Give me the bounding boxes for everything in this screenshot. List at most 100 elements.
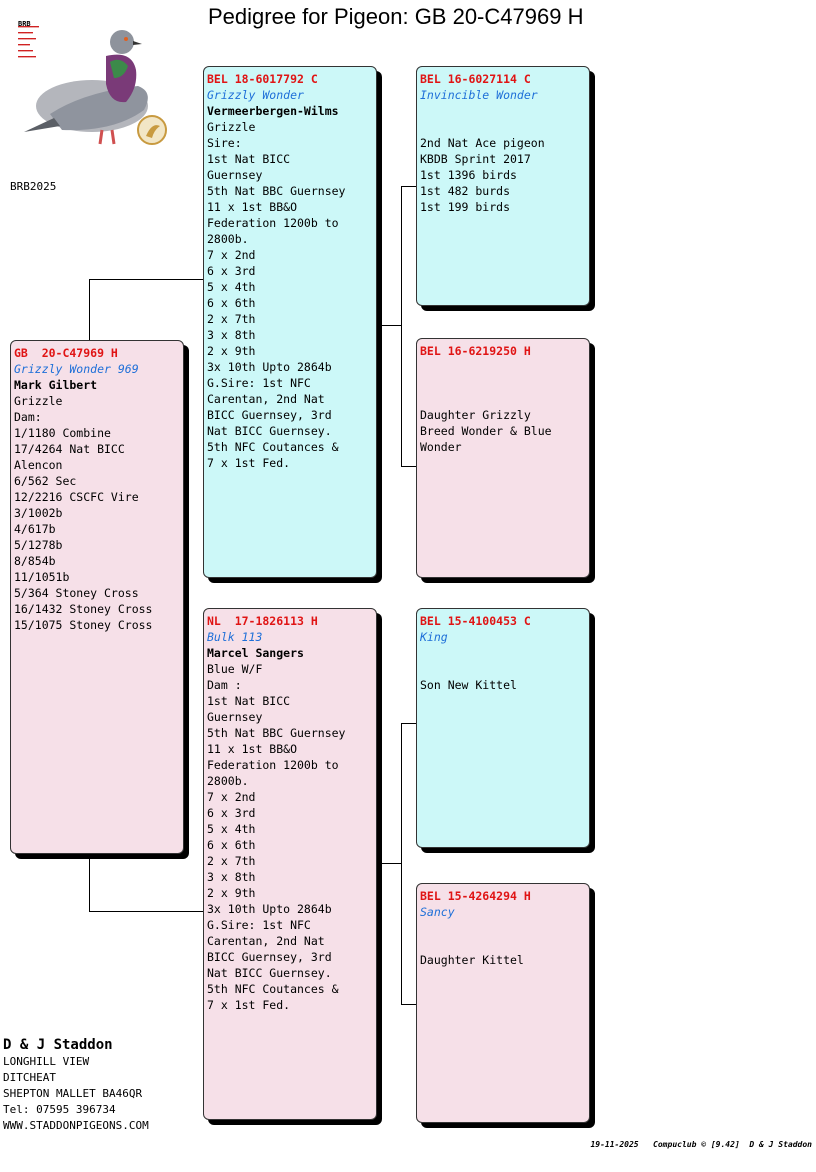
connector-sire-vertical bbox=[401, 186, 402, 467]
connector-dam-stub bbox=[380, 863, 402, 864]
sire-note: 5th NFC Coutances & bbox=[207, 440, 339, 454]
sire-note: 5 x 4th bbox=[207, 280, 256, 294]
sire-dam-note: Wonder bbox=[420, 440, 462, 454]
dam-ring: NL 17-1826113 H bbox=[207, 614, 318, 628]
connector-subject-sire bbox=[89, 279, 204, 280]
dam-note: Carentan, 2nd Nat bbox=[207, 934, 325, 948]
dam-card: NL 17-1826113 H Bulk 113 Marcel Sangers … bbox=[203, 608, 377, 1120]
subject-note: 5/364 Stoney Cross bbox=[14, 586, 139, 600]
dam-note: 3x 10th Upto 2864b bbox=[207, 902, 332, 916]
sire-sire-ring: BEL 16-6027114 C bbox=[420, 72, 531, 86]
sire-note: 2 x 7th bbox=[207, 312, 256, 326]
dam-dam-ring: BEL 15-4264294 H bbox=[420, 889, 531, 903]
subject-note: 16/1432 Stoney Cross bbox=[14, 602, 153, 616]
sire-note: Guernsey bbox=[207, 168, 263, 182]
dam-note: 11 x 1st BB&O bbox=[207, 742, 298, 756]
sire-ring: BEL 18-6017792 C bbox=[207, 72, 318, 86]
dam-sire-name: King bbox=[420, 630, 448, 644]
sire-sire-note: 1st 1396 birds bbox=[420, 168, 517, 182]
breeder-website: WWW.STADDONPIGEONS.COM bbox=[3, 1119, 149, 1132]
dam-color: Blue W/F bbox=[207, 662, 263, 676]
sire-dam-card: BEL 16-6219250 H Daughter Grizzly Breed … bbox=[416, 338, 590, 578]
dam-sire-card: BEL 15-4100453 C King Son New Kittel bbox=[416, 608, 590, 848]
dam-note: Federation 1200b to bbox=[207, 758, 339, 772]
dam-note: 6 x 6th bbox=[207, 838, 256, 852]
sire-note: Nat BICC Guernsey. bbox=[207, 424, 332, 438]
subject-note: Dam: bbox=[14, 410, 42, 424]
subject-note: 5/1278b bbox=[14, 538, 63, 552]
dam-note: Guernsey bbox=[207, 710, 263, 724]
sire-note: 2800b. bbox=[207, 232, 249, 246]
subject-note: 8/854b bbox=[14, 554, 56, 568]
sire-note: Federation 1200b to bbox=[207, 216, 339, 230]
dam-note: 7 x 2nd bbox=[207, 790, 256, 804]
subject-note: 4/617b bbox=[14, 522, 56, 536]
dam-name: Bulk 113 bbox=[207, 630, 263, 644]
subject-note: Alencon bbox=[14, 458, 63, 472]
dam-note: Nat BICC Guernsey. bbox=[207, 966, 332, 980]
page-title: Pedigree for Pigeon: GB 20-C47969 H bbox=[208, 4, 584, 29]
dam-note: 2 x 9th bbox=[207, 886, 256, 900]
subject-color: Grizzle bbox=[14, 394, 63, 408]
dam-dam-note: Daughter Kittel bbox=[420, 953, 524, 967]
breeder-info: D & J Staddon LONGHILL VIEW DITCHEAT SHE… bbox=[3, 1036, 149, 1134]
dam-dam-card: BEL 15-4264294 H Sancy Daughter Kittel bbox=[416, 883, 590, 1123]
connector-sire-stub bbox=[380, 325, 402, 326]
sire-dam-name bbox=[420, 359, 586, 375]
sire-note: Carentan, 2nd Nat bbox=[207, 392, 325, 406]
subject-note: 1/1180 Combine bbox=[14, 426, 111, 440]
sire-note: 5th Nat BBC Guernsey bbox=[207, 184, 346, 198]
dam-dam-name: Sancy bbox=[420, 905, 455, 919]
logo-year: BRB2025 bbox=[10, 180, 57, 193]
sire-note: 1st Nat BICC bbox=[207, 152, 291, 166]
dam-note: G.Sire: 1st NFC bbox=[207, 918, 311, 932]
subject-note: 12/2216 CSCFC Vire bbox=[14, 490, 139, 504]
dam-note: 5th NFC Coutances & bbox=[207, 982, 339, 996]
dam-note: 3 x 8th bbox=[207, 870, 256, 884]
sire-dam-note: Breed Wonder & Blue bbox=[420, 424, 552, 438]
sire-note: BICC Guernsey, 3rd bbox=[207, 408, 332, 422]
sire-sire-note: 1st 482 burds bbox=[420, 184, 511, 198]
connector-dam-vertical bbox=[401, 723, 402, 1005]
sire-sire-note: KBDB Sprint 2017 bbox=[420, 152, 531, 166]
breeder-address-line: SHEPTON MALLET BA46QR bbox=[3, 1087, 143, 1100]
dam-note: 2 x 7th bbox=[207, 854, 256, 868]
sire-sire-note: 1st 199 birds bbox=[420, 200, 511, 214]
breeder-name: D & J Staddon bbox=[3, 1037, 113, 1053]
dam-note: 7 x 1st Fed. bbox=[207, 998, 291, 1012]
sire-note: 2 x 9th bbox=[207, 344, 256, 358]
pigeon-icon bbox=[24, 30, 167, 145]
connector-sire-dam bbox=[401, 466, 417, 467]
subject-note: 3/1002b bbox=[14, 506, 63, 520]
sire-note: 6 x 6th bbox=[207, 296, 256, 310]
sire-sire-card: BEL 16-6027114 C Invincible Wonder 2nd N… bbox=[416, 66, 590, 306]
sire-dam-note: Daughter Grizzly bbox=[420, 408, 531, 422]
sire-owner: Vermeerbergen-Wilms bbox=[207, 104, 339, 118]
connector-dam-dam bbox=[401, 1004, 417, 1005]
breeder-phone: Tel: 07595 396734 bbox=[3, 1103, 116, 1116]
subject-owner: Mark Gilbert bbox=[14, 378, 98, 392]
connector-dam-sire bbox=[401, 723, 417, 724]
sire-note: 7 x 1st Fed. bbox=[207, 456, 291, 470]
sire-note: 11 x 1st BB&O bbox=[207, 200, 298, 214]
subject-note: 6/562 Sec bbox=[14, 474, 77, 488]
sire-note: 3x 10th Upto 2864b bbox=[207, 360, 332, 374]
dam-note: 2800b. bbox=[207, 774, 249, 788]
subject-ring: GB 20-C47969 H bbox=[14, 346, 118, 360]
dam-note: 6 x 3rd bbox=[207, 806, 256, 820]
subject-name: Grizzly Wonder 969 bbox=[14, 362, 139, 376]
subject-note: 17/4264 Nat BICC bbox=[14, 442, 125, 456]
sire-note: 6 x 3rd bbox=[207, 264, 256, 278]
breeder-address-line: DITCHEAT bbox=[3, 1071, 56, 1084]
sire-note: Sire: bbox=[207, 136, 242, 150]
sire-sire-note: 2nd Nat Ace pigeon bbox=[420, 136, 545, 150]
dam-note: BICC Guernsey, 3rd bbox=[207, 950, 332, 964]
dam-note: Dam : bbox=[207, 678, 242, 692]
sire-note: 7 x 2nd bbox=[207, 248, 256, 262]
connector-sire-sire bbox=[401, 186, 417, 187]
connector-subject-up bbox=[89, 279, 90, 341]
connector-subject-dam bbox=[89, 911, 204, 912]
connector-subject-down bbox=[89, 853, 90, 912]
subject-note: 15/1075 Stoney Cross bbox=[14, 618, 153, 632]
subject-card: GB 20-C47969 H Grizzly Wonder 969 Mark G… bbox=[10, 340, 184, 854]
